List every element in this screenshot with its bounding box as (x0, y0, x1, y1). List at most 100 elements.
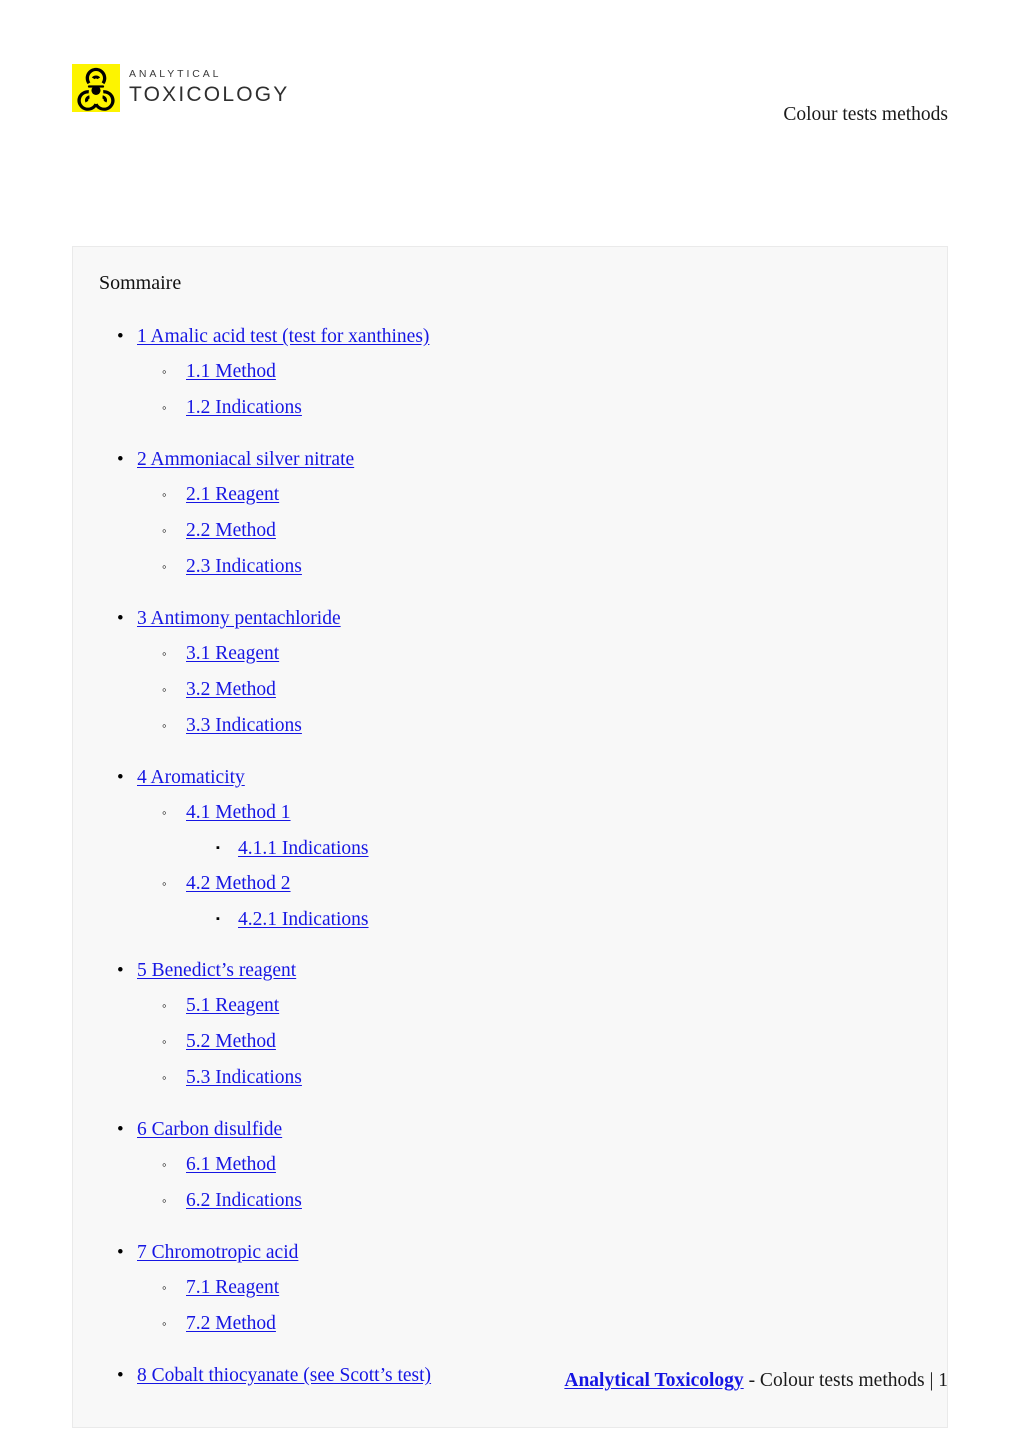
site-logo: ANALYTICAL TOXICOLOGY (72, 64, 289, 112)
list-item: ▪ 4.2.1 Indications (214, 902, 921, 937)
bullet-level2-icon: ◦ (162, 1280, 167, 1295)
bullet-level1-icon: • (117, 767, 124, 788)
toc-link[interactable]: 5.1 Reagent (186, 988, 279, 1024)
bullet-level3-icon: ▪ (216, 913, 220, 925)
toc-link[interactable]: 6.2 Indications (186, 1183, 302, 1219)
toc-sublist: ◦ 6.1 Method ◦ 6.2 Indications (137, 1147, 921, 1219)
list-item: ◦ 3.3 Indications (162, 708, 921, 744)
toc-sublist: ◦ 4.1 Method 1 ▪ 4.1.1 Indications ◦ 4.2… (137, 795, 921, 937)
bullet-level2-icon: ◦ (162, 998, 167, 1013)
bullet-level1-icon: • (117, 1242, 124, 1263)
toc-link[interactable]: 6 Carbon disulfide (137, 1112, 282, 1147)
list-item: ◦ 5.3 Indications (162, 1060, 921, 1096)
footer-caption: - Colour tests methods | 1 (743, 1370, 948, 1391)
list-item: ◦ 2.3 Indications (162, 549, 921, 585)
toc-link[interactable]: 5 Benedict’s reagent (137, 953, 296, 988)
toc-link[interactable]: 3.1 Reagent (186, 636, 279, 672)
bullet-level2-icon: ◦ (162, 646, 167, 661)
toc-link[interactable]: 3.3 Indications (186, 708, 302, 744)
toc-sublist: ▪ 4.1.1 Indications (186, 831, 921, 866)
list-item: ◦ 4.1 Method 1 ▪ 4.1.1 Indications (162, 795, 921, 866)
list-item: ◦ 3.1 Reagent (162, 636, 921, 672)
toc-list: • 1 Amalic acid test (test for xanthines… (99, 319, 921, 1393)
list-item: ◦ 3.2 Method (162, 672, 921, 708)
bullet-level2-icon: ◦ (162, 364, 167, 379)
list-item: • 7 Chromotropic acid ◦ 7.1 Reagent ◦ 7.… (111, 1235, 921, 1342)
list-item: ◦ 2.1 Reagent (162, 477, 921, 513)
toc-link[interactable]: 4.2.1 Indications (238, 902, 369, 937)
toc-link[interactable]: 5.2 Method (186, 1024, 276, 1060)
toc-link[interactable]: 2.3 Indications (186, 549, 302, 585)
list-item: • 4 Aromaticity ◦ 4.1 Method 1 ▪ 4.1.1 I… (111, 760, 921, 937)
bullet-level2-icon: ◦ (162, 1070, 167, 1085)
bullet-level3-icon: ▪ (216, 842, 220, 854)
toc-sublist: ▪ 4.2.1 Indications (186, 902, 921, 937)
bullet-level2-icon: ◦ (162, 1034, 167, 1049)
document-page: ANALYTICAL TOXICOLOGY Colour tests metho… (0, 0, 1020, 1442)
toc-link[interactable]: 5.3 Indications (186, 1060, 302, 1096)
toc-sublist: ◦ 3.1 Reagent ◦ 3.2 Method ◦ 3.3 Indicat… (137, 636, 921, 744)
toc-link[interactable]: 1 Amalic acid test (test for xanthines) (137, 319, 429, 354)
toc-link[interactable]: 7.2 Method (186, 1306, 276, 1342)
toc-link[interactable]: 7.1 Reagent (186, 1270, 279, 1306)
bullet-level2-icon: ◦ (162, 876, 167, 891)
toc-link[interactable]: 4.2 Method 2 (186, 866, 291, 902)
bullet-level2-icon: ◦ (162, 487, 167, 502)
bullet-level2-icon: ◦ (162, 523, 167, 538)
page-header: ANALYTICAL TOXICOLOGY Colour tests metho… (72, 60, 948, 130)
logo-line-analytical: ANALYTICAL (129, 67, 222, 80)
bullet-level1-icon: • (117, 960, 124, 981)
toc-sublist: ◦ 1.1 Method ◦ 1.2 Indications (137, 354, 921, 426)
biohazard-icon (72, 64, 120, 112)
bullet-level1-icon: • (117, 608, 124, 629)
toc-sublist: ◦ 2.1 Reagent ◦ 2.2 Method ◦ 2.3 Indicat… (137, 477, 921, 585)
list-item: ◦ 7.2 Method (162, 1306, 921, 1342)
bullet-level2-icon: ◦ (162, 682, 167, 697)
list-item: • 2 Ammoniacal silver nitrate ◦ 2.1 Reag… (111, 442, 921, 585)
bullet-level1-icon: • (117, 326, 124, 347)
list-item: ◦ 5.2 Method (162, 1024, 921, 1060)
list-item: • 6 Carbon disulfide ◦ 6.1 Method ◦ 6.2 … (111, 1112, 921, 1219)
toc-link[interactable]: 1.2 Indications (186, 390, 302, 426)
list-item: ◦ 6.1 Method (162, 1147, 921, 1183)
toc-link[interactable]: 6.1 Method (186, 1147, 276, 1183)
list-item: ◦ 4.2 Method 2 ▪ 4.2.1 Indications (162, 866, 921, 937)
bullet-level2-icon: ◦ (162, 805, 167, 820)
toc-link[interactable]: 3.2 Method (186, 672, 276, 708)
bullet-level2-icon: ◦ (162, 1316, 167, 1331)
list-item: • 1 Amalic acid test (test for xanthines… (111, 319, 921, 426)
bullet-level1-icon: • (117, 449, 124, 470)
list-item: ◦ 6.2 Indications (162, 1183, 921, 1219)
toc-link[interactable]: 2 Ammoniacal silver nitrate (137, 442, 354, 477)
logo-line-toxicology: TOXICOLOGY (129, 83, 290, 107)
list-item: ◦ 1.1 Method (162, 354, 921, 390)
toc-link[interactable]: 2.1 Reagent (186, 477, 279, 513)
toc-link[interactable]: 4.1 Method 1 (186, 795, 291, 831)
bullet-level2-icon: ◦ (162, 400, 167, 415)
bullet-level2-icon: ◦ (162, 1193, 167, 1208)
toc-sublist: ◦ 5.1 Reagent ◦ 5.2 Method ◦ 5.3 Indicat… (137, 988, 921, 1096)
footer-site-link[interactable]: Analytical Toxicology (564, 1370, 743, 1391)
list-item: ▪ 4.1.1 Indications (214, 831, 921, 866)
bullet-level2-icon: ◦ (162, 1157, 167, 1172)
logo-wordmark: ANALYTICAL TOXICOLOGY (129, 69, 289, 108)
list-item: ◦ 2.2 Method (162, 513, 921, 549)
bullet-level2-icon: ◦ (162, 559, 167, 574)
list-item: • 3 Antimony pentachloride ◦ 3.1 Reagent… (111, 601, 921, 744)
toc-link[interactable]: 2.2 Method (186, 513, 276, 549)
toc-sublist: ◦ 7.1 Reagent ◦ 7.2 Method (137, 1270, 921, 1342)
list-item: ◦ 7.1 Reagent (162, 1270, 921, 1306)
list-item: ◦ 1.2 Indications (162, 390, 921, 426)
toc-link[interactable]: 1.1 Method (186, 354, 276, 390)
toc-link[interactable]: 3 Antimony pentachloride (137, 601, 341, 636)
list-item: • 5 Benedict’s reagent ◦ 5.1 Reagent ◦ 5… (111, 953, 921, 1096)
page-title: Colour tests methods (783, 104, 948, 125)
toc-heading: Sommaire (99, 272, 182, 294)
bullet-level2-icon: ◦ (162, 718, 167, 733)
toc-link[interactable]: 4.1.1 Indications (238, 831, 369, 866)
table-of-contents: Sommaire • 1 Amalic acid test (test for … (72, 246, 948, 1428)
page-footer: Analytical Toxicology - Colour tests met… (72, 1370, 948, 1392)
list-item: ◦ 5.1 Reagent (162, 988, 921, 1024)
toc-link[interactable]: 4 Aromaticity (137, 760, 245, 795)
toc-link[interactable]: 7 Chromotropic acid (137, 1235, 298, 1270)
